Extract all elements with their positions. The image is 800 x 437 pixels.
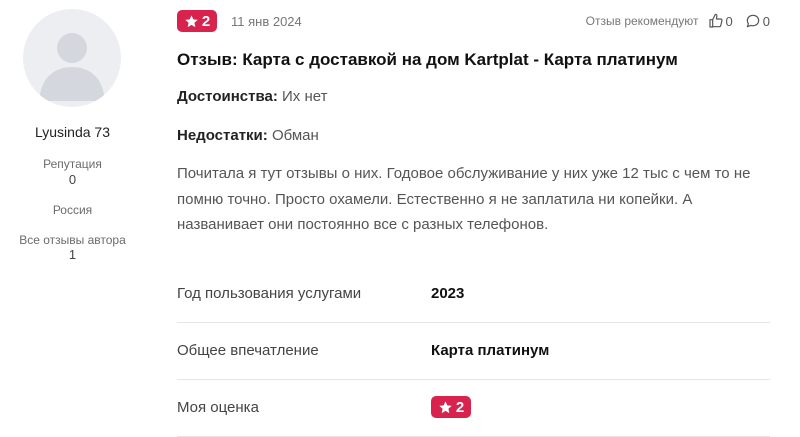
all-reviews-link[interactable]: Все отзывы автора <box>0 233 145 247</box>
recommend-label: Отзыв рекомендуют <box>585 14 699 28</box>
detail-row-year: Год пользования услугами 2023 <box>177 266 770 323</box>
pros-label: Достоинства: <box>177 88 278 105</box>
all-reviews-count: 1 <box>68 247 77 262</box>
impression-value: Карта платинум <box>431 342 550 359</box>
author-name[interactable]: Lyusinda 73 <box>0 124 145 140</box>
detail-row-my-rating: Моя оценка 2 <box>177 380 770 437</box>
review-header: 2 11 янв 2024 Отзыв рекомендуют 0 0 <box>177 10 770 34</box>
my-rating-value: 2 <box>455 398 465 416</box>
detail-row-impression: Общее впечатление Карта платинум <box>177 323 770 380</box>
cons: Недостатки: Обман <box>177 127 319 144</box>
review-text: Почитала я тут отзывы о них. Годовое обс… <box>177 165 751 233</box>
comment-icon[interactable] <box>745 13 761 29</box>
cons-label: Недостатки: <box>177 127 268 144</box>
likes-count: 0 <box>725 13 733 29</box>
thumbs-up-icon[interactable] <box>708 13 724 29</box>
pros-value: Их нет <box>282 88 328 105</box>
year-value: 2023 <box>431 285 465 302</box>
comments-count: 0 <box>762 13 770 29</box>
impression-label: Общее впечатление <box>177 342 319 359</box>
cons-value: Обман <box>271 127 319 144</box>
review-title[interactable]: Отзыв: Карта с доставкой на дом Kartplat… <box>177 50 678 70</box>
reputation-label: Репутация <box>43 157 102 171</box>
rating-badge: 2 <box>177 10 217 32</box>
recommend-bar: Отзыв рекомендуют 0 0 <box>586 13 770 29</box>
review-details: Год пользования услугами 2023 Общее впеч… <box>177 266 770 437</box>
star-icon <box>439 400 452 413</box>
year-label: Год пользования услугами <box>177 285 362 302</box>
my-rating-badge: 2 <box>431 396 471 418</box>
review-date: 11 янв 2024 <box>231 14 302 29</box>
reputation-value: 0 <box>68 172 77 187</box>
my-rating-badge-wrap: 2 <box>431 396 471 420</box>
author-country: Россия <box>52 203 93 217</box>
my-rating-label: Моя оценка <box>177 399 259 416</box>
avatar[interactable] <box>23 9 121 107</box>
pros: Достоинства: Их нет <box>177 88 327 105</box>
star-icon <box>185 14 198 27</box>
rating-value: 2 <box>201 12 211 30</box>
user-placeholder-icon <box>39 33 105 101</box>
